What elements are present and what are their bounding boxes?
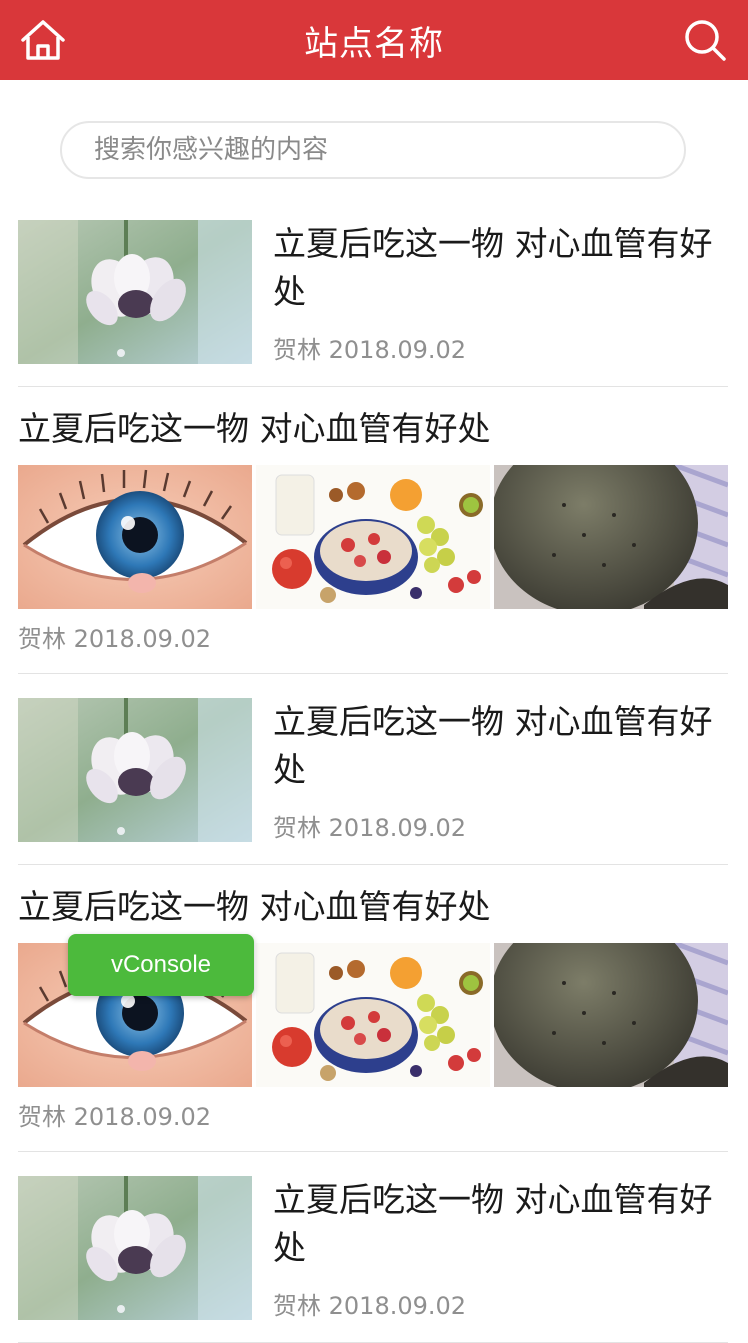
article-thumbnail [256, 943, 490, 1087]
article-thumbnail [494, 943, 728, 1087]
article-list: 立夏后吃这一物 对心血管有好处 贺林 2018.09.02 立夏后吃这一物 对心… [18, 196, 728, 1343]
article-title: 立夏后吃这一物 对心血管有好处 [273, 224, 713, 311]
list-item[interactable]: 立夏后吃这一物 对心血管有好处 贺林 2018.09.02 [18, 865, 728, 1152]
article-title: 立夏后吃这一物 对心血管有好处 [273, 702, 713, 789]
article-meta: 贺林 2018.09.02 [273, 1286, 466, 1321]
article-date: 2018.09.02 [328, 336, 467, 364]
page-title: 站点名称 [304, 23, 444, 64]
article-title: 立夏后吃这一物 对心血管有好处 [18, 409, 491, 448]
article-thumbnail [18, 698, 252, 842]
search-input[interactable] [92, 134, 656, 166]
list-item[interactable]: 立夏后吃这一物 对心血管有好处 贺林 2018.09.02 [18, 387, 728, 674]
article-author: 贺林 [18, 1103, 66, 1131]
article-thumbnail [494, 465, 728, 609]
article-author: 贺林 [273, 1292, 321, 1320]
home-icon [21, 20, 65, 60]
article-author: 贺林 [18, 625, 66, 653]
article-date: 2018.09.02 [73, 1103, 212, 1131]
article-thumbnail [18, 465, 252, 609]
search-icon [685, 20, 726, 61]
article-date: 2018.09.02 [73, 625, 212, 653]
article-thumbnail [18, 220, 252, 364]
article-title: 立夏后吃这一物 对心血管有好处 [273, 1180, 713, 1267]
article-thumbnail [18, 1176, 252, 1320]
article-meta: 贺林 2018.09.02 [273, 330, 466, 365]
article-meta: 贺林 2018.09.02 [18, 1097, 211, 1132]
article-author: 贺林 [273, 336, 321, 364]
vconsole-button[interactable]: vConsole [68, 934, 254, 996]
top-bar: 站点名称 [0, 0, 748, 80]
article-meta: 贺林 2018.09.02 [18, 619, 211, 654]
article-author: 贺林 [273, 814, 321, 842]
search-bar [60, 121, 686, 179]
search-button[interactable] [665, 0, 745, 80]
article-thumbnails [18, 465, 728, 609]
article-meta: 贺林 2018.09.02 [273, 808, 466, 843]
list-item[interactable]: 立夏后吃这一物 对心血管有好处 贺林 2018.09.02 [18, 674, 728, 865]
article-title: 立夏后吃这一物 对心血管有好处 [18, 887, 491, 926]
list-item[interactable]: 立夏后吃这一物 对心血管有好处 贺林 2018.09.02 [18, 1152, 728, 1343]
list-item[interactable]: 立夏后吃这一物 对心血管有好处 贺林 2018.09.02 [18, 196, 728, 387]
article-date: 2018.09.02 [328, 1292, 467, 1320]
article-thumbnail [256, 465, 490, 609]
article-date: 2018.09.02 [328, 814, 467, 842]
home-button[interactable] [3, 0, 83, 80]
